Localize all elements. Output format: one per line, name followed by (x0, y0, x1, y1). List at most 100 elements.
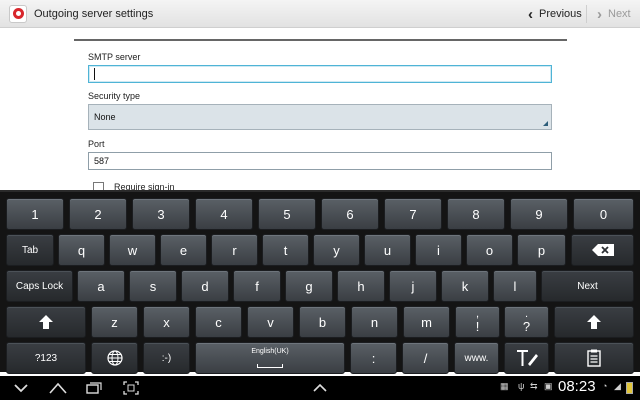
globe-icon (106, 350, 123, 366)
key-e[interactable]: e (160, 234, 207, 266)
period-label: . (524, 308, 529, 320)
chevron-left-icon: ‹ (528, 5, 533, 23)
shift-right-key[interactable] (554, 306, 634, 338)
key-5[interactable]: 5 (258, 198, 316, 230)
key-x[interactable]: x (143, 306, 190, 338)
key-y[interactable]: y (313, 234, 360, 266)
key-q[interactable]: q (58, 234, 105, 266)
hide-keyboard-button[interactable] (12, 379, 30, 397)
chevron-down-icon (14, 384, 28, 393)
key-h[interactable]: h (337, 270, 385, 302)
up-arrow-icon (39, 315, 53, 329)
chevron-up-icon (313, 384, 327, 392)
smiley-key[interactable]: :-) (143, 342, 190, 374)
key-g[interactable]: g (285, 270, 333, 302)
space-key[interactable]: English(UK) (195, 342, 345, 374)
tab-key[interactable]: Tab (6, 234, 54, 266)
clipboard-icon (587, 349, 601, 367)
key-c[interactable]: c (195, 306, 242, 338)
sync-icon: ⇆ (530, 381, 538, 391)
shift-left-key[interactable] (6, 306, 86, 338)
key-9[interactable]: 9 (510, 198, 568, 230)
key-6[interactable]: 6 (321, 198, 379, 230)
recent-apps-icon (86, 382, 102, 394)
key-v[interactable]: v (247, 306, 294, 338)
backspace-icon (591, 244, 614, 256)
key-t[interactable]: t (262, 234, 309, 266)
space-bar-icon (257, 364, 283, 368)
port-input[interactable]: 587 (88, 152, 552, 170)
smtp-server-label: SMTP server (88, 52, 141, 62)
key-r[interactable]: r (211, 234, 258, 266)
language-key[interactable] (91, 342, 138, 374)
key-d[interactable]: d (181, 270, 229, 302)
screenshot-button[interactable] (121, 379, 141, 397)
key-exclamation[interactable]: , ! (455, 306, 500, 338)
exclamation-label: ! (475, 318, 480, 334)
home-icon (49, 382, 67, 394)
key-m[interactable]: m (403, 306, 450, 338)
up-arrow-icon (587, 315, 601, 329)
key-f[interactable]: f (233, 270, 281, 302)
divider (586, 5, 587, 23)
next-key[interactable]: Next (541, 270, 634, 302)
quick-panel-button[interactable] (310, 379, 330, 397)
key-1[interactable]: 1 (6, 198, 64, 230)
key-colon[interactable]: : (350, 342, 397, 374)
key-slash[interactable]: / (402, 342, 449, 374)
key-2[interactable]: 2 (69, 198, 127, 230)
key-k[interactable]: k (441, 270, 489, 302)
key-4[interactable]: 4 (195, 198, 253, 230)
www-key[interactable]: www. (454, 342, 499, 374)
key-0[interactable]: 0 (573, 198, 634, 230)
system-nav-bar: ▦ ψ ⇆ ▣ 08:23 ◔ ◢ (0, 376, 640, 400)
wifi-icon: ◔ (602, 381, 608, 391)
smtp-server-input[interactable] (88, 65, 552, 83)
key-n[interactable]: n (351, 306, 398, 338)
symbols-key[interactable]: ?123 (6, 342, 86, 374)
security-type-dropdown[interactable]: None (88, 104, 552, 130)
backspace-key[interactable] (571, 234, 634, 266)
key-l[interactable]: l (493, 270, 537, 302)
key-u[interactable]: u (364, 234, 411, 266)
signal-icon: ◢ (614, 381, 621, 391)
next-button[interactable]: › Next (597, 0, 631, 28)
key-s[interactable]: s (129, 270, 177, 302)
key-i[interactable]: i (415, 234, 462, 266)
keyboard-status-icon: ▦ (500, 381, 509, 391)
next-label: Next (608, 8, 631, 20)
port-label: Port (88, 139, 105, 149)
key-j[interactable]: j (389, 270, 437, 302)
screenshot-icon (123, 381, 139, 395)
clipboard-key[interactable] (554, 342, 634, 374)
clock: 08:23 (558, 378, 596, 395)
key-p[interactable]: p (517, 234, 566, 266)
text-cursor (94, 68, 95, 80)
page-title: Outgoing server settings (34, 7, 154, 20)
chevron-right-icon: › (597, 5, 602, 23)
handwriting-key[interactable] (504, 342, 549, 374)
dropdown-arrow-icon (543, 121, 548, 126)
key-8[interactable]: 8 (447, 198, 505, 230)
previous-button[interactable]: ‹ Previous (528, 0, 582, 28)
key-question[interactable]: . ? (504, 306, 549, 338)
comma-label: , (475, 308, 480, 320)
recent-apps-button[interactable] (84, 379, 104, 397)
key-z[interactable]: z (91, 306, 138, 338)
key-b[interactable]: b (299, 306, 346, 338)
security-type-value: None (94, 112, 116, 122)
form-divider (74, 39, 567, 41)
key-w[interactable]: w (109, 234, 156, 266)
key-3[interactable]: 3 (132, 198, 190, 230)
key-o[interactable]: o (466, 234, 513, 266)
email-app-icon (9, 4, 27, 23)
space-language-label: English(UK) (251, 348, 289, 355)
caps-lock-key[interactable]: Caps Lock (6, 270, 73, 302)
home-button[interactable] (47, 379, 69, 397)
key-7[interactable]: 7 (384, 198, 442, 230)
port-value: 587 (94, 156, 110, 166)
previous-label: Previous (539, 8, 582, 20)
security-type-label: Security type (88, 91, 141, 101)
battery-icon (626, 382, 633, 394)
key-a[interactable]: a (77, 270, 125, 302)
